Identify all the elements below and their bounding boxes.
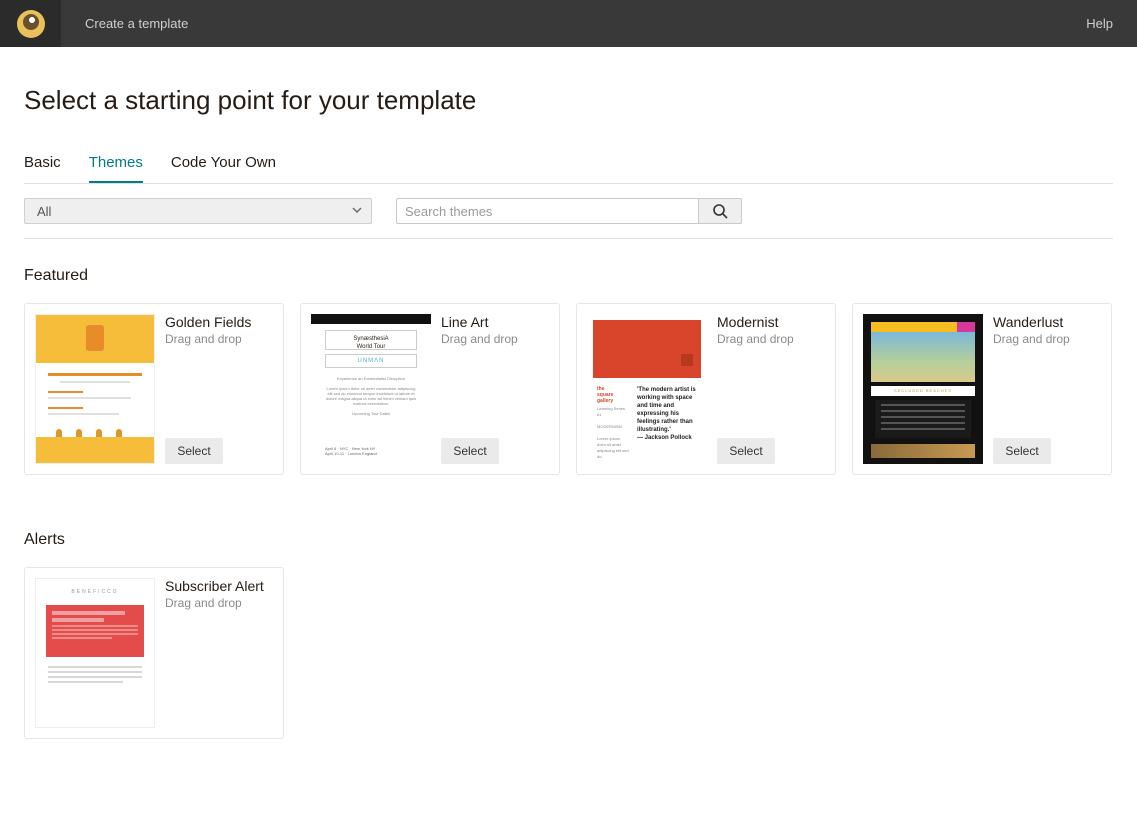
topbar-title: Create a template — [61, 16, 188, 31]
template-card-golden-fields: Golden Fields Drag and drop Select — [24, 303, 284, 475]
search-group — [396, 198, 742, 224]
select-button[interactable]: Select — [441, 438, 499, 464]
template-card-modernist: thesquaregalleryLearning Series #1MODERN… — [576, 303, 836, 475]
template-thumbnail[interactable]: BENEFICCO — [35, 578, 155, 728]
tabs: Basic Themes Code Your Own — [24, 154, 1113, 184]
template-thumbnail[interactable]: thesquaregalleryLearning Series #1MODERN… — [587, 314, 707, 464]
help-link[interactable]: Help — [1086, 16, 1137, 31]
filter-row: All — [24, 198, 1113, 239]
top-bar: Create a template Help — [0, 0, 1137, 47]
template-card-subscriber-alert: BENEFICCO Subscriber Alert Drag and drop — [24, 567, 284, 739]
search-icon — [712, 203, 728, 219]
page-content: Select a starting point for your templat… — [0, 47, 1137, 835]
template-subtitle: Drag and drop — [165, 596, 273, 610]
select-button[interactable]: Select — [993, 438, 1051, 464]
template-thumbnail[interactable]: SECLUDED BEACHES — [863, 314, 983, 464]
category-select[interactable]: All — [24, 198, 372, 224]
template-subtitle: Drag and drop — [993, 332, 1101, 346]
page-title: Select a starting point for your templat… — [24, 85, 1113, 116]
logo-button[interactable] — [0, 0, 61, 47]
template-subtitle: Drag and drop — [441, 332, 549, 346]
select-button[interactable]: Select — [165, 438, 223, 464]
template-title: Modernist — [717, 314, 825, 330]
template-card-wanderlust: SECLUDED BEACHES Wanderlust Drag and dro… — [852, 303, 1112, 475]
search-input[interactable] — [396, 198, 698, 224]
tab-code-your-own[interactable]: Code Your Own — [171, 154, 276, 183]
alerts-cards: BENEFICCO Subscriber Alert Drag and drop — [24, 567, 1113, 739]
featured-cards: Golden Fields Drag and drop Select Synæs… — [24, 303, 1113, 475]
template-subtitle: Drag and drop — [165, 332, 273, 346]
top-bar-left: Create a template — [0, 0, 188, 47]
mailchimp-logo-icon — [17, 10, 45, 38]
template-card-line-art: SynæsthesiAWorld Tour UNMΛN Experience a… — [300, 303, 560, 475]
search-button[interactable] — [698, 198, 742, 224]
section-title-alerts: Alerts — [24, 531, 1113, 549]
template-thumbnail[interactable] — [35, 314, 155, 464]
chevron-down-icon — [352, 205, 362, 215]
tab-basic[interactable]: Basic — [24, 154, 61, 183]
section-title-featured: Featured — [24, 267, 1113, 285]
template-title: Wanderlust — [993, 314, 1101, 330]
template-subtitle: Drag and drop — [717, 332, 825, 346]
template-title: Subscriber Alert — [165, 578, 273, 594]
template-thumbnail[interactable]: SynæsthesiAWorld Tour UNMΛN Experience a… — [311, 314, 431, 464]
template-title: Golden Fields — [165, 314, 273, 330]
category-select-value: All — [37, 204, 51, 219]
template-title: Line Art — [441, 314, 549, 330]
tab-themes[interactable]: Themes — [89, 154, 143, 183]
select-button[interactable]: Select — [717, 438, 775, 464]
